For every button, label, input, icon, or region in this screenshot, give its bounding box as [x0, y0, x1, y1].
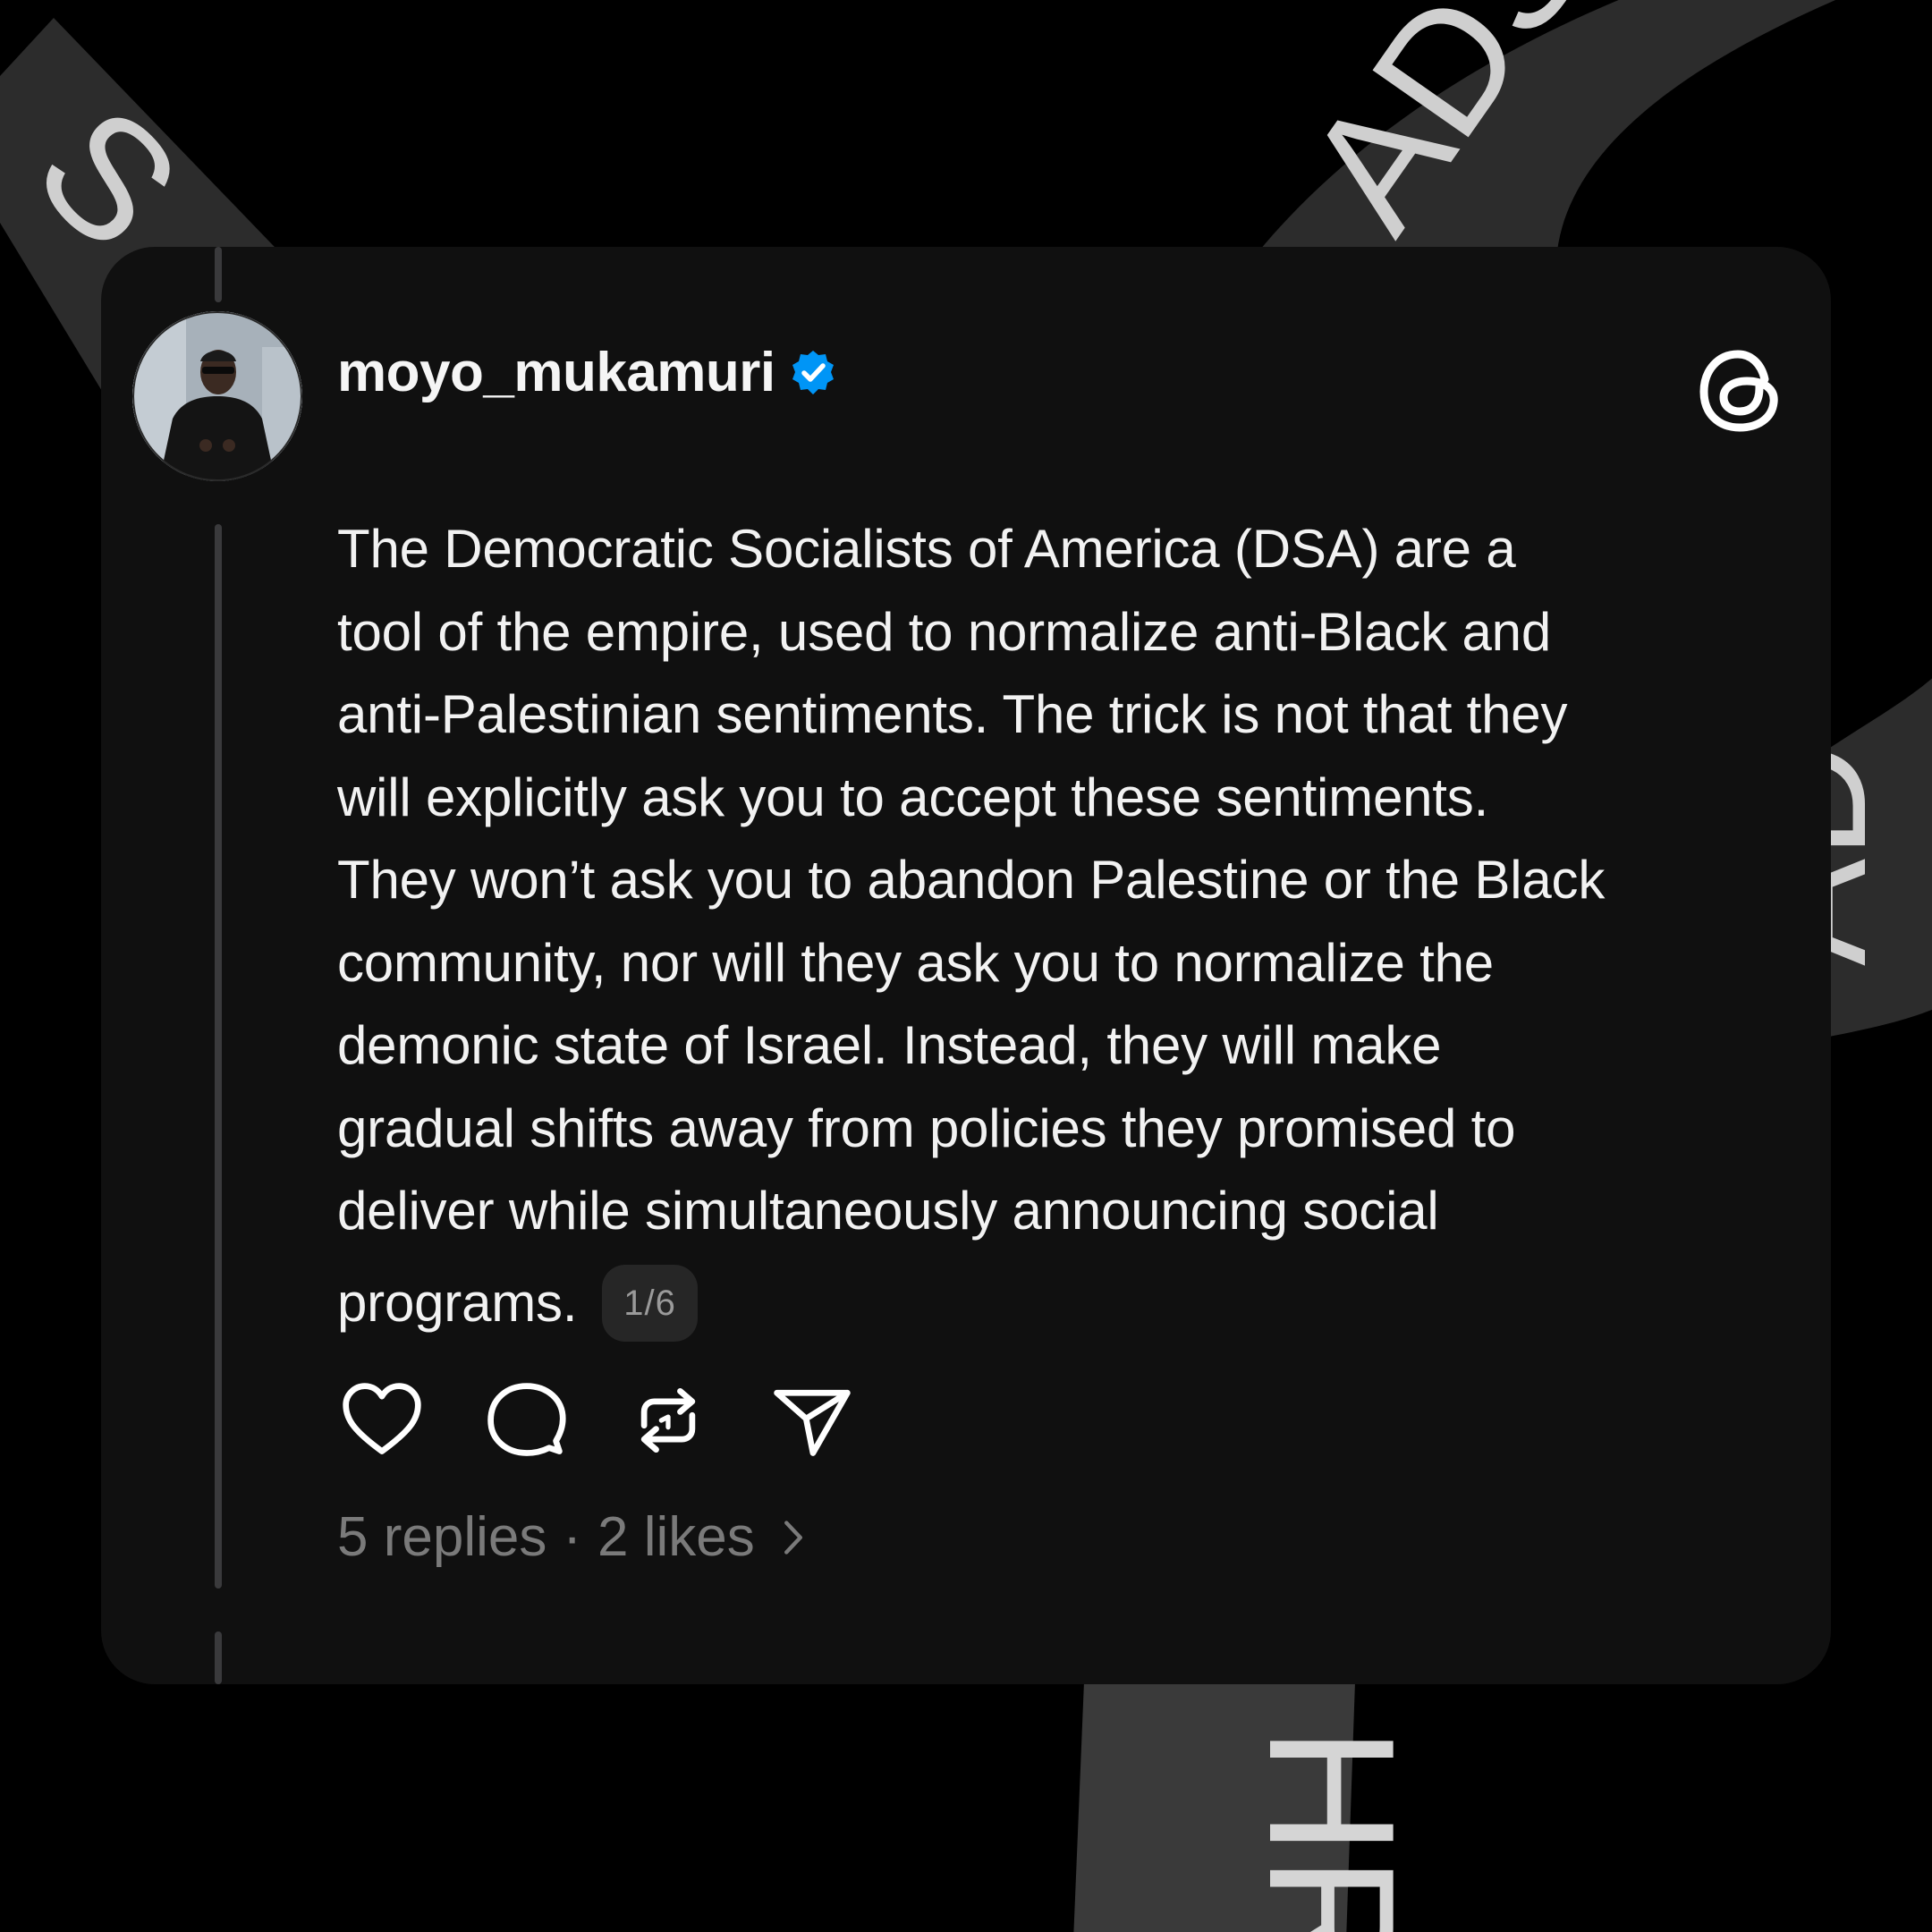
- post-text-line: demonic state of Israel. Instead, they w…: [337, 1015, 1442, 1075]
- repost-icon: [640, 1388, 696, 1453]
- post-text-line: They won’t ask you to abandon Palestine …: [337, 850, 1606, 910]
- thread-line-top: [215, 247, 222, 302]
- comment-button[interactable]: [480, 1376, 570, 1465]
- chevron-right-icon: [784, 1521, 802, 1555]
- stats-separator: ·: [563, 1506, 582, 1568]
- screenshot-stage: S ADS AD HR: [0, 0, 1932, 1932]
- action-bar: [337, 1376, 910, 1465]
- post-text: The Democratic Socialists of America (DS…: [337, 508, 1786, 1344]
- thread-line: [215, 524, 222, 1589]
- post-text-line: gradual shifts away from policies they p…: [337, 1097, 1516, 1158]
- replies-count[interactable]: 5 replies: [337, 1510, 547, 1565]
- share-icon: [774, 1389, 851, 1456]
- avatar[interactable]: [132, 311, 302, 481]
- post-text-line: anti-Palestinian sentiments. The trick i…: [337, 684, 1568, 744]
- share-button[interactable]: [767, 1376, 856, 1465]
- likes-count[interactable]: 2 likes: [597, 1510, 755, 1565]
- post-stats[interactable]: 5 replies · 2 likes: [337, 1510, 805, 1565]
- heart-icon: [343, 1383, 421, 1454]
- post-text-line: The Democratic Socialists of America (DS…: [337, 519, 1516, 579]
- post-text-line: will explicitly ask you to accept these …: [337, 767, 1489, 827]
- post-text-line: community, nor will they ask you to norm…: [337, 932, 1494, 993]
- threads-icon[interactable]: [1693, 343, 1788, 438]
- post-text-line: tool of the empire, used to normalize an…: [337, 601, 1552, 662]
- username-row: moyo_mukamuri: [337, 345, 838, 401]
- ribbon-text-bottom: HR: [1232, 1726, 1431, 1932]
- thread-line-bottom: [215, 1631, 222, 1684]
- page-indicator-badge: 1/6: [602, 1264, 698, 1342]
- avatar-image: [132, 311, 302, 481]
- username[interactable]: moyo_mukamuri: [337, 345, 775, 401]
- post-text-last-line: programs. 1/6: [337, 1262, 1786, 1345]
- like-button[interactable]: [337, 1376, 427, 1465]
- repost-button[interactable]: [623, 1376, 713, 1465]
- post-card: moyo_mukamuri The Democratic Socialists …: [101, 247, 1831, 1684]
- verified-badge-icon: [792, 351, 834, 394]
- post-text-line: programs.: [337, 1272, 578, 1333]
- post-text-line: deliver while simultaneously announcing …: [337, 1181, 1439, 1241]
- comment-icon: [487, 1383, 566, 1456]
